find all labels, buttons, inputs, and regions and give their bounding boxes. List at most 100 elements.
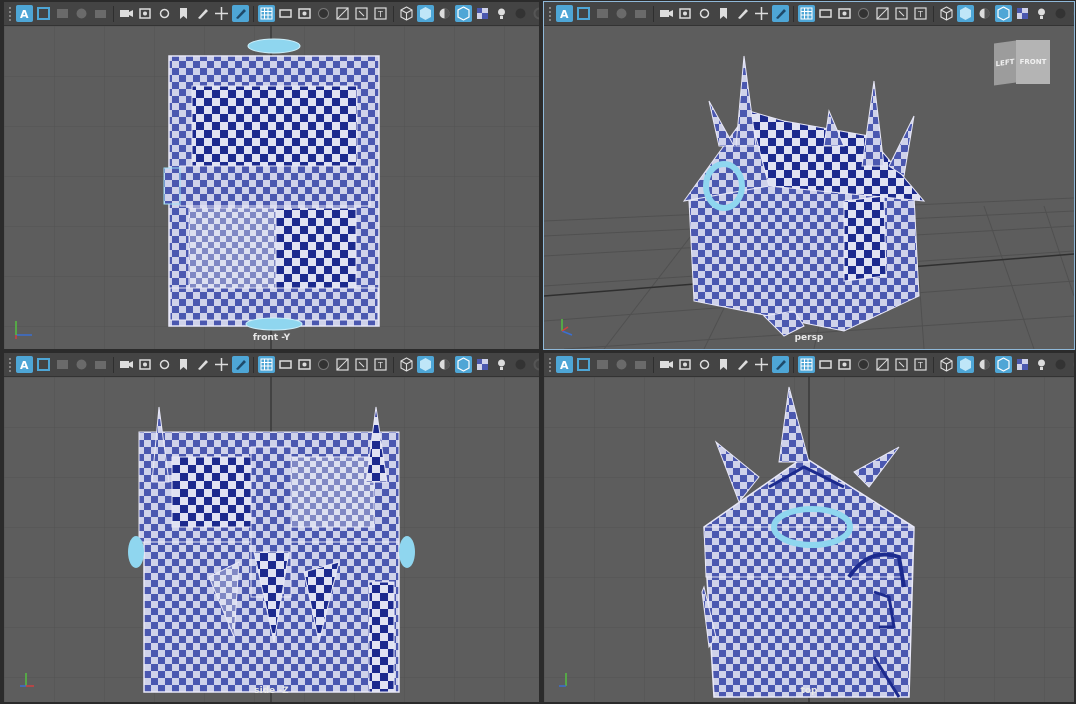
pencil-tool-icon[interactable] xyxy=(232,5,249,22)
select-camera-icon[interactable] xyxy=(575,5,592,22)
wireframe-shading-icon[interactable] xyxy=(398,5,415,22)
front-scene[interactable] xyxy=(4,26,539,349)
wireframe-on-shaded-icon[interactable] xyxy=(455,5,472,22)
film-gate-toggle-icon[interactable] xyxy=(277,5,294,22)
two-d-pan-icon[interactable] xyxy=(213,5,230,22)
bookmark-icon[interactable] xyxy=(715,356,732,373)
film-gate-toggle-icon[interactable] xyxy=(817,5,834,22)
pencil-tool-icon[interactable] xyxy=(232,356,249,373)
wireframe-on-shaded-icon[interactable] xyxy=(995,5,1012,22)
camera-attr-icon[interactable]: A xyxy=(16,5,33,22)
shadows-icon[interactable] xyxy=(512,5,529,22)
smooth-shade-icon[interactable] xyxy=(957,356,974,373)
viewport-persp[interactable]: A T LEFT FRONT persp xyxy=(543,1,1075,350)
gate-mask-icon[interactable] xyxy=(315,356,332,373)
resolution-gate-icon[interactable] xyxy=(296,356,313,373)
wireframe-shading-icon[interactable] xyxy=(938,356,955,373)
ambient-occlusion-icon[interactable] xyxy=(531,5,539,22)
safe-title-icon[interactable]: T xyxy=(372,5,389,22)
toolbar-grip[interactable] xyxy=(548,5,552,22)
textured-icon[interactable] xyxy=(1014,356,1031,373)
field-chart-icon[interactable] xyxy=(334,356,351,373)
safe-action-icon[interactable] xyxy=(893,356,910,373)
bookmark-icon[interactable] xyxy=(175,5,192,22)
select-camera-icon[interactable] xyxy=(35,5,52,22)
grease-pencil-icon[interactable] xyxy=(194,356,211,373)
safe-title-icon[interactable]: T xyxy=(912,356,929,373)
camera-attr-icon[interactable]: A xyxy=(556,5,573,22)
camera-attrs-icon[interactable] xyxy=(677,356,694,373)
viewport-side[interactable]: A T side -Z xyxy=(4,353,539,702)
view-cube-left[interactable]: LEFT xyxy=(994,40,1016,86)
gate-mask-icon[interactable] xyxy=(855,356,872,373)
default-material-icon[interactable] xyxy=(976,356,993,373)
ambient-occlusion-icon[interactable] xyxy=(1071,356,1074,373)
safe-title-icon[interactable]: T xyxy=(372,356,389,373)
bookmark-icon[interactable] xyxy=(715,5,732,22)
ambient-occlusion-icon[interactable] xyxy=(1071,5,1074,22)
pencil-tool-icon[interactable] xyxy=(772,356,789,373)
camera-tools-icon[interactable] xyxy=(54,356,71,373)
safe-action-icon[interactable] xyxy=(353,356,370,373)
view-cube-front[interactable]: FRONT xyxy=(1016,40,1050,84)
camera-attrs-icon[interactable] xyxy=(137,5,154,22)
two-d-pan-icon[interactable] xyxy=(753,5,770,22)
image-plane-icon[interactable] xyxy=(73,356,90,373)
toolbar-grip[interactable] xyxy=(8,5,12,22)
grease-pencil-icon[interactable] xyxy=(734,356,751,373)
grid-toggle-icon[interactable] xyxy=(798,5,815,22)
default-material-icon[interactable] xyxy=(436,5,453,22)
shadows-icon[interactable] xyxy=(1052,356,1069,373)
wireframe-shading-icon[interactable] xyxy=(398,356,415,373)
two-d-pan-icon[interactable] xyxy=(213,356,230,373)
film-gate-icon[interactable] xyxy=(632,5,649,22)
camera-attrs-icon[interactable] xyxy=(677,5,694,22)
two-d-pan-icon[interactable] xyxy=(753,356,770,373)
resolution-gate-icon[interactable] xyxy=(296,5,313,22)
image-plane-icon[interactable] xyxy=(613,356,630,373)
grease-pencil-icon[interactable] xyxy=(734,5,751,22)
textured-icon[interactable] xyxy=(1014,5,1031,22)
video-camera-icon[interactable] xyxy=(658,356,675,373)
wireframe-on-shaded-icon[interactable] xyxy=(995,356,1012,373)
camera-attrs-icon[interactable] xyxy=(137,356,154,373)
select-camera-icon[interactable] xyxy=(35,356,52,373)
field-chart-icon[interactable] xyxy=(874,356,891,373)
use-all-lights-icon[interactable] xyxy=(493,356,510,373)
view-cube[interactable]: LEFT FRONT xyxy=(990,36,1052,86)
textured-icon[interactable] xyxy=(474,5,491,22)
camera-attr-icon[interactable]: A xyxy=(16,356,33,373)
camera-attr-icon[interactable]: A xyxy=(556,356,573,373)
grid-toggle-icon[interactable] xyxy=(258,356,275,373)
wireframe-shading-icon[interactable] xyxy=(938,5,955,22)
camera-tools-icon[interactable] xyxy=(54,5,71,22)
film-gate-toggle-icon[interactable] xyxy=(277,356,294,373)
film-gate-icon[interactable] xyxy=(632,356,649,373)
textured-icon[interactable] xyxy=(474,356,491,373)
safe-action-icon[interactable] xyxy=(353,5,370,22)
resolution-gate-icon[interactable] xyxy=(836,356,853,373)
smooth-shade-icon[interactable] xyxy=(957,5,974,22)
field-chart-icon[interactable] xyxy=(874,5,891,22)
field-chart-icon[interactable] xyxy=(334,5,351,22)
default-material-icon[interactable] xyxy=(976,5,993,22)
film-gate-toggle-icon[interactable] xyxy=(817,356,834,373)
grease-pencil-icon[interactable] xyxy=(194,5,211,22)
smooth-shade-icon[interactable] xyxy=(417,356,434,373)
camera-tools-icon[interactable] xyxy=(594,5,611,22)
side-scene[interactable] xyxy=(4,377,539,702)
bookmark-camera-icon[interactable] xyxy=(156,5,173,22)
use-all-lights-icon[interactable] xyxy=(1033,5,1050,22)
grid-toggle-icon[interactable] xyxy=(258,5,275,22)
film-gate-icon[interactable] xyxy=(92,5,109,22)
bookmark-camera-icon[interactable] xyxy=(696,356,713,373)
viewport-top[interactable]: A T top xyxy=(544,353,1074,702)
pencil-tool-icon[interactable] xyxy=(772,5,789,22)
shadows-icon[interactable] xyxy=(512,356,529,373)
bookmark-camera-icon[interactable] xyxy=(696,5,713,22)
gate-mask-icon[interactable] xyxy=(855,5,872,22)
use-all-lights-icon[interactable] xyxy=(493,5,510,22)
video-camera-icon[interactable] xyxy=(658,5,675,22)
image-plane-icon[interactable] xyxy=(613,5,630,22)
grid-toggle-icon[interactable] xyxy=(798,356,815,373)
